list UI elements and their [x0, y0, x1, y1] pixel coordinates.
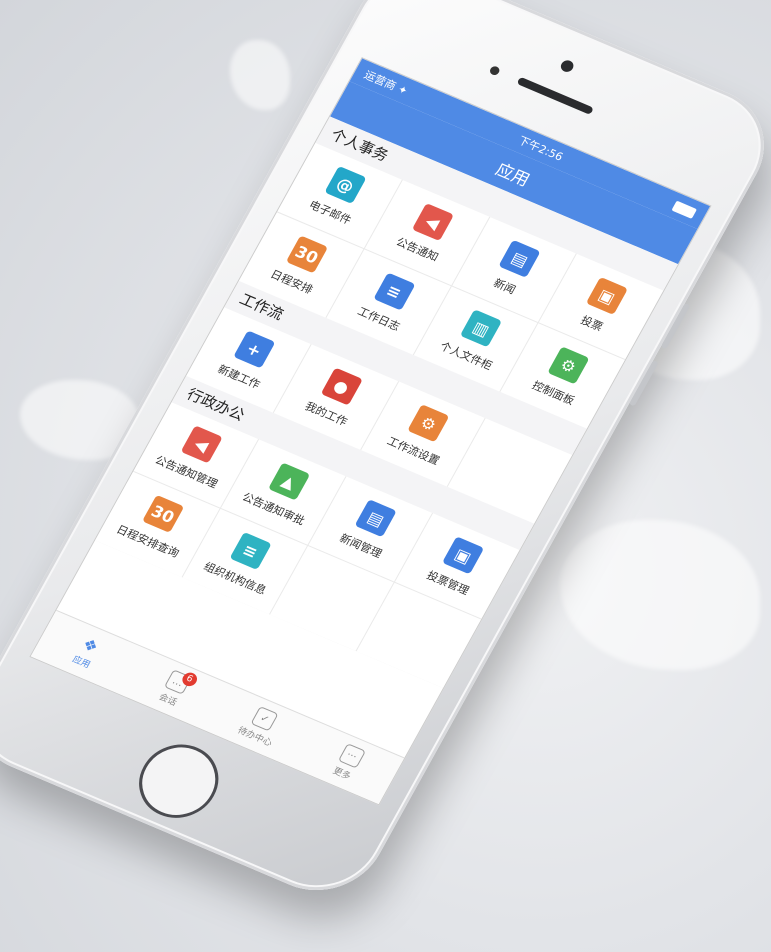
ballot-settings-icon: ▣: [442, 536, 485, 575]
at-icon: @: [324, 165, 367, 204]
news-icon: ▤: [498, 239, 541, 278]
page-title: 应用: [492, 159, 534, 191]
organization-icon: ≡: [229, 531, 272, 570]
home-button[interactable]: [125, 732, 233, 830]
volume-up-button[interactable]: [660, 302, 691, 350]
battery-icon: [671, 200, 698, 219]
phone-device: 运营商 ✦ 下午2:56 应用 个人事务 @ 电子邮件 ◀ 公告通知 ▤ 新闻 ▣ 投票 30 日程…: [0, 0, 771, 910]
volume-down-button[interactable]: [628, 360, 659, 407]
tab-label: 会话: [156, 692, 179, 709]
approval-stamp-icon: ▲: [267, 462, 310, 501]
workflow-settings-icon: ⚙: [407, 404, 450, 443]
checkbox-icon: ✓: [250, 706, 279, 732]
proximity-sensor: [488, 64, 502, 77]
ballot-box-icon: ▣: [585, 276, 629, 316]
earpiece-speaker: [516, 76, 595, 115]
app-screen: 运营商 ✦ 下午2:56 应用 个人事务 @ 电子邮件 ◀ 公告通知 ▤ 新闻 ▣ 投票 30 日程…: [29, 57, 712, 806]
file-cabinet-icon: ▥: [460, 309, 503, 348]
control-panel-icon: ⚙: [547, 346, 590, 385]
calendar-icon: 30: [285, 235, 328, 274]
calendar-search-icon: 30: [141, 494, 185, 533]
speaker-icon: ◀: [411, 202, 454, 241]
more-dots-icon: ···: [337, 743, 366, 769]
user-icon: ●: [320, 367, 363, 406]
new-document-icon: +: [233, 330, 276, 369]
tab-label: 更多: [330, 766, 353, 783]
app-tile-label: 投票: [578, 313, 605, 334]
front-camera: [558, 58, 576, 74]
phone-body: 运营商 ✦ 下午2:56 应用 个人事务 @ 电子邮件 ◀ 公告通知 ▤ 新闻 ▣ 投票 30 日程…: [0, 0, 771, 910]
speaker-settings-icon: ◀: [180, 425, 223, 464]
news-settings-icon: ▤: [354, 499, 398, 538]
apps-grid-icon: ❖: [79, 633, 103, 657]
notebook-icon: ≡: [372, 272, 416, 311]
app-tile-label: 新闻: [491, 276, 518, 297]
